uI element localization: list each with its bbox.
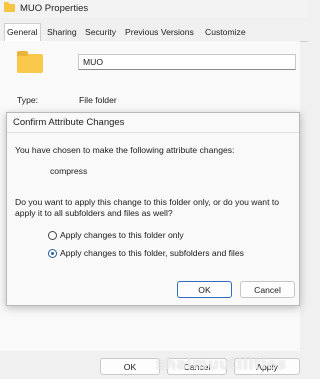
folder-icon <box>4 2 15 12</box>
dialog-ok-button[interactable]: OK <box>177 281 232 298</box>
tab-security[interactable]: Security <box>83 24 118 40</box>
radio-folder-subfolders-files[interactable] <box>48 249 57 258</box>
dialog-intro-text: You have chosen to make the following at… <box>15 145 235 155</box>
attribute-change-text: compress <box>50 166 88 176</box>
dialog-question-line1: Do you want to apply this change to this… <box>15 197 280 207</box>
window-title: MUO Properties <box>20 3 89 14</box>
folder-name-input[interactable]: MUO <box>78 54 296 70</box>
dialog-question-line2: apply it to all subfolders and files as … <box>15 208 173 218</box>
option-folder-only-label[interactable]: Apply changes to this folder only <box>60 230 184 240</box>
folder-icon <box>17 51 43 73</box>
tab-customize[interactable]: Customize <box>203 24 248 40</box>
dialog-divider <box>7 132 299 133</box>
dialog-title: Confirm Attribute Changes <box>13 117 125 128</box>
properties-ok-button[interactable]: OK <box>100 358 160 375</box>
radio-folder-only[interactable] <box>48 231 57 240</box>
tab-sharing[interactable]: Sharing <box>45 24 79 40</box>
option-all-label[interactable]: Apply changes to this folder, subfolders… <box>60 248 244 258</box>
tab-strip: General Sharing Security Previous Versio… <box>0 23 308 42</box>
type-value: File folder <box>79 95 117 105</box>
tab-general[interactable]: General <box>4 23 41 42</box>
dialog-cancel-button[interactable]: Cancel <box>240 281 295 298</box>
tab-previous-versions[interactable]: Previous Versions <box>123 24 196 40</box>
watermark-text: shaimuutilities <box>156 355 287 373</box>
type-label: Type: <box>17 95 39 105</box>
